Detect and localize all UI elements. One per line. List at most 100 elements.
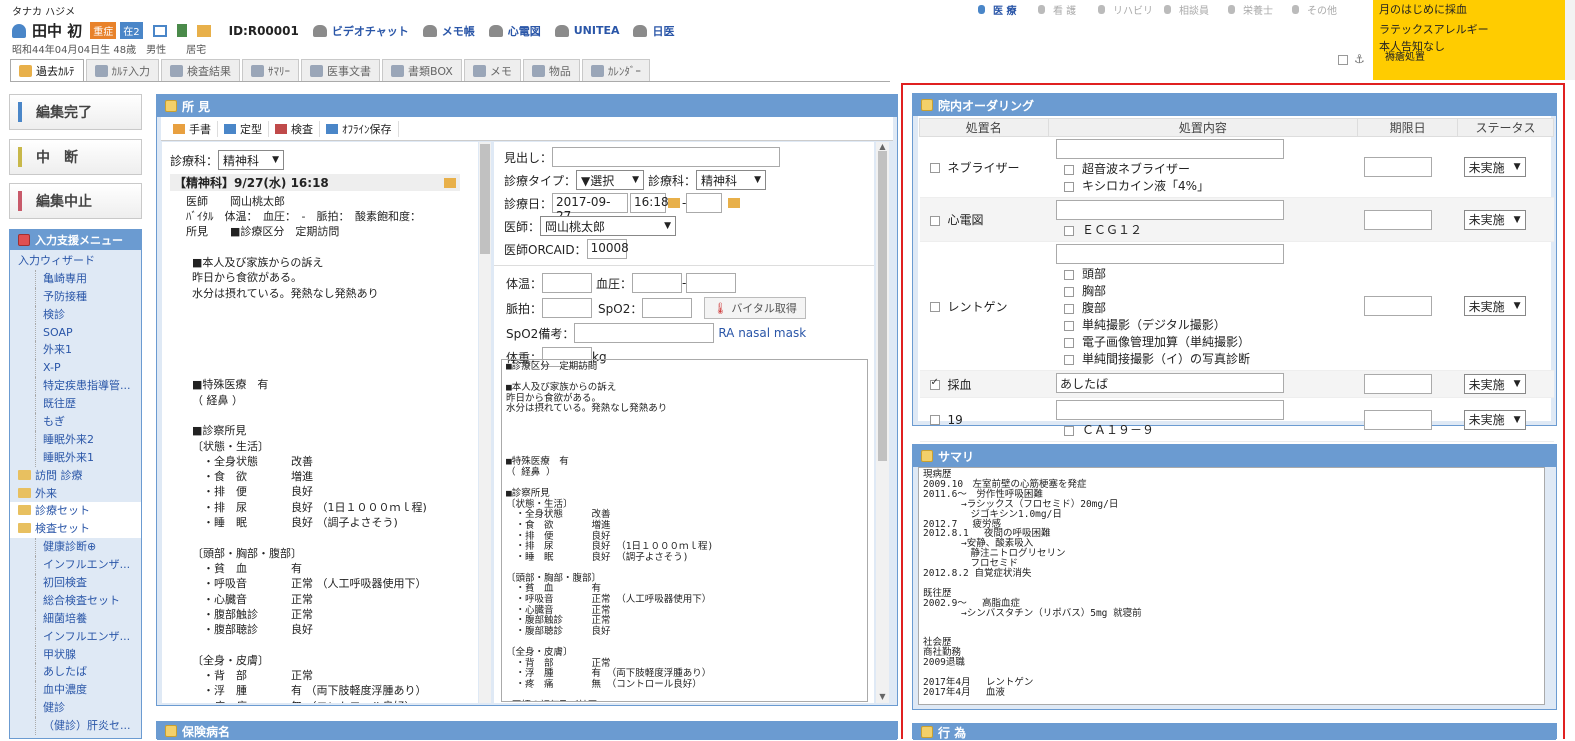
deadline-input[interactable] <box>1363 209 1432 230</box>
tab-supplies[interactable]: 物品 <box>522 59 580 81</box>
deadline-input[interactable] <box>1363 374 1432 394</box>
type-select[interactable]: ▼選択 <box>576 170 645 190</box>
orca-input[interactable]: 10008 <box>586 239 629 259</box>
dept-select[interactable]: 精神科 <box>218 150 285 170</box>
role-nutrition[interactable]: 栄養士 <box>1228 2 1292 17</box>
option-item[interactable]: 頭部 <box>1064 266 1350 283</box>
link-ecg[interactable]: 心電図 <box>488 23 541 39</box>
order-checkbox[interactable] <box>929 377 940 390</box>
option-item[interactable]: ＥＣＧ１２ <box>1064 222 1350 239</box>
order-checkbox[interactable] <box>929 163 940 173</box>
edit-complete-button[interactable]: 編集完了 <box>9 94 142 130</box>
status-select[interactable]: 未実施 <box>1463 374 1526 394</box>
tree-item[interactable]: もぎ <box>35 413 141 431</box>
option-checkbox[interactable] <box>1064 320 1075 331</box>
window-icon[interactable] <box>152 24 167 37</box>
left-scrollbar[interactable] <box>479 142 491 703</box>
tree-item[interactable]: X-P <box>35 359 141 378</box>
summary-textarea[interactable]: 現病歴 2009.10 左室前壁の心筋梗塞を発症 2011.6～ 労作性呼吸困難… <box>918 467 1545 705</box>
tree-item[interactable]: 亀崎専用 <box>35 269 141 288</box>
spo2-input[interactable] <box>642 298 693 318</box>
deadline-input[interactable] <box>1363 157 1432 177</box>
option-checkbox[interactable] <box>1064 181 1075 192</box>
tab-summary[interactable]: ｻﾏﾘｰ <box>242 59 299 81</box>
role-rehab[interactable]: リハビリ <box>1098 2 1164 17</box>
time-picker-icon[interactable] <box>668 198 681 208</box>
tree-folder[interactable]: 外来 <box>10 485 141 503</box>
option-checkbox[interactable] <box>1064 354 1075 365</box>
suspend-button[interactable]: 中 断 <box>9 139 142 175</box>
option-checkbox[interactable] <box>1064 425 1075 436</box>
tab-chart-input[interactable]: ｶﾙﾃ入力 <box>85 59 159 81</box>
order-content-input[interactable] <box>1056 139 1285 159</box>
dept-select-2[interactable]: 精神科 <box>696 170 767 190</box>
tree-item[interactable]: インフルエンザ... <box>35 627 141 646</box>
tab-past-chart[interactable]: 過去ｶﾙﾃ <box>10 59 84 81</box>
option-item[interactable]: 電子画像管理加算（単純撮影） <box>1064 334 1350 351</box>
order-content-input[interactable] <box>1056 400 1285 420</box>
option-item[interactable]: 超音波ネブライザー <box>1064 161 1350 178</box>
tree-item[interactable]: 睡眠外来2 <box>35 430 141 449</box>
entry-textarea[interactable]: ■診療区分 定期訪問 ■本人及び家族からの訴え 昨日から食欲がある。 水分は摂れ… <box>501 359 868 702</box>
deadline-input[interactable] <box>1363 296 1432 316</box>
scroll-up-icon[interactable]: ▲ <box>876 142 889 151</box>
option-checkbox[interactable] <box>1064 269 1075 280</box>
option-item[interactable]: 胸部 <box>1064 283 1350 300</box>
heading-input[interactable] <box>552 147 781 167</box>
link-unitea[interactable]: UNITEA <box>554 24 619 37</box>
tab-exam-results[interactable]: 検査結果 <box>161 59 240 81</box>
deadline-input[interactable] <box>1363 409 1432 430</box>
tree-item[interactable]: 特定疾患指導管... <box>35 377 141 396</box>
bp-high-input[interactable] <box>632 273 683 293</box>
tree-item[interactable]: 初回検査 <box>35 574 141 592</box>
vital-fetch-button[interactable]: 🌡 バイタル取得 <box>704 297 806 319</box>
tree-item[interactable]: 健診 <box>35 699 141 718</box>
role-other[interactable]: その他 <box>1292 2 1337 17</box>
edit-entry-icon[interactable] <box>444 177 456 188</box>
link-video-chat[interactable]: ビデオチャット <box>312 23 409 39</box>
status-select[interactable]: 未実施 <box>1463 157 1526 177</box>
status-select[interactable]: 未実施 <box>1463 296 1526 316</box>
option-checkbox[interactable] <box>1064 164 1075 175</box>
tree-folder[interactable]: 訪問 診療 <box>10 467 141 485</box>
tree-item[interactable]: 甲状腺 <box>35 645 141 664</box>
exam-button[interactable]: 検査 <box>269 120 320 137</box>
option-checkbox[interactable] <box>1064 225 1075 236</box>
link-memo[interactable]: メモ帳 <box>422 23 475 39</box>
tree-item[interactable]: 睡眠外来1 <box>35 448 141 467</box>
link-nichii[interactable]: 日医 <box>633 23 674 39</box>
tree-item[interactable]: 外来1 <box>35 341 141 360</box>
tree-folder[interactable]: 診療セット <box>10 502 141 521</box>
end-time-input[interactable] <box>686 193 723 213</box>
option-item[interactable]: 単純間接撮影（イ）の写真診断 <box>1064 351 1350 368</box>
tree-item[interactable]: 血中濃度 <box>35 681 141 700</box>
tree-item[interactable]: SOAP <box>35 323 141 342</box>
tree-item[interactable]: インフルエンザ... <box>35 556 141 575</box>
option-item[interactable]: キシロカイン液「4%」 <box>1064 178 1350 195</box>
tree-item[interactable]: 総合検査セット <box>35 591 141 610</box>
spo2-note-input[interactable] <box>574 323 715 343</box>
time-input[interactable]: 16:18 <box>630 193 669 213</box>
option-checkbox[interactable] <box>1064 337 1075 348</box>
cancel-edit-button[interactable]: 編集中止 <box>9 183 142 219</box>
time-picker-icon-2[interactable] <box>728 198 741 208</box>
order-checkbox[interactable] <box>929 215 940 226</box>
tree-item[interactable]: 予防接種 <box>35 287 141 306</box>
tree-item[interactable]: あしたば <box>35 663 141 682</box>
tree-item[interactable]: 細菌培養 <box>35 609 141 628</box>
role-counselor[interactable]: 相談員 <box>1164 2 1228 17</box>
pin-checkbox[interactable] <box>1338 55 1348 65</box>
tab-memo[interactable]: メモ <box>463 59 521 81</box>
pulse-input[interactable] <box>542 298 593 318</box>
order-content-input[interactable]: あしたば <box>1056 373 1285 393</box>
status-select[interactable]: 未実施 <box>1463 209 1526 230</box>
option-item[interactable]: ＣＡ１９－９ <box>1064 422 1350 439</box>
order-content-input[interactable] <box>1056 200 1285 220</box>
role-medical[interactable]: 医 療 <box>978 2 1038 17</box>
template-button[interactable]: 定型 <box>218 120 269 137</box>
option-checkbox[interactable] <box>1064 286 1075 297</box>
status-select[interactable]: 未実施 <box>1463 409 1526 430</box>
option-checkbox[interactable] <box>1064 303 1075 314</box>
tree-item[interactable]: 既往歴 <box>35 395 141 414</box>
option-item[interactable]: 単純撮影（デジタル撮影） <box>1064 317 1350 334</box>
